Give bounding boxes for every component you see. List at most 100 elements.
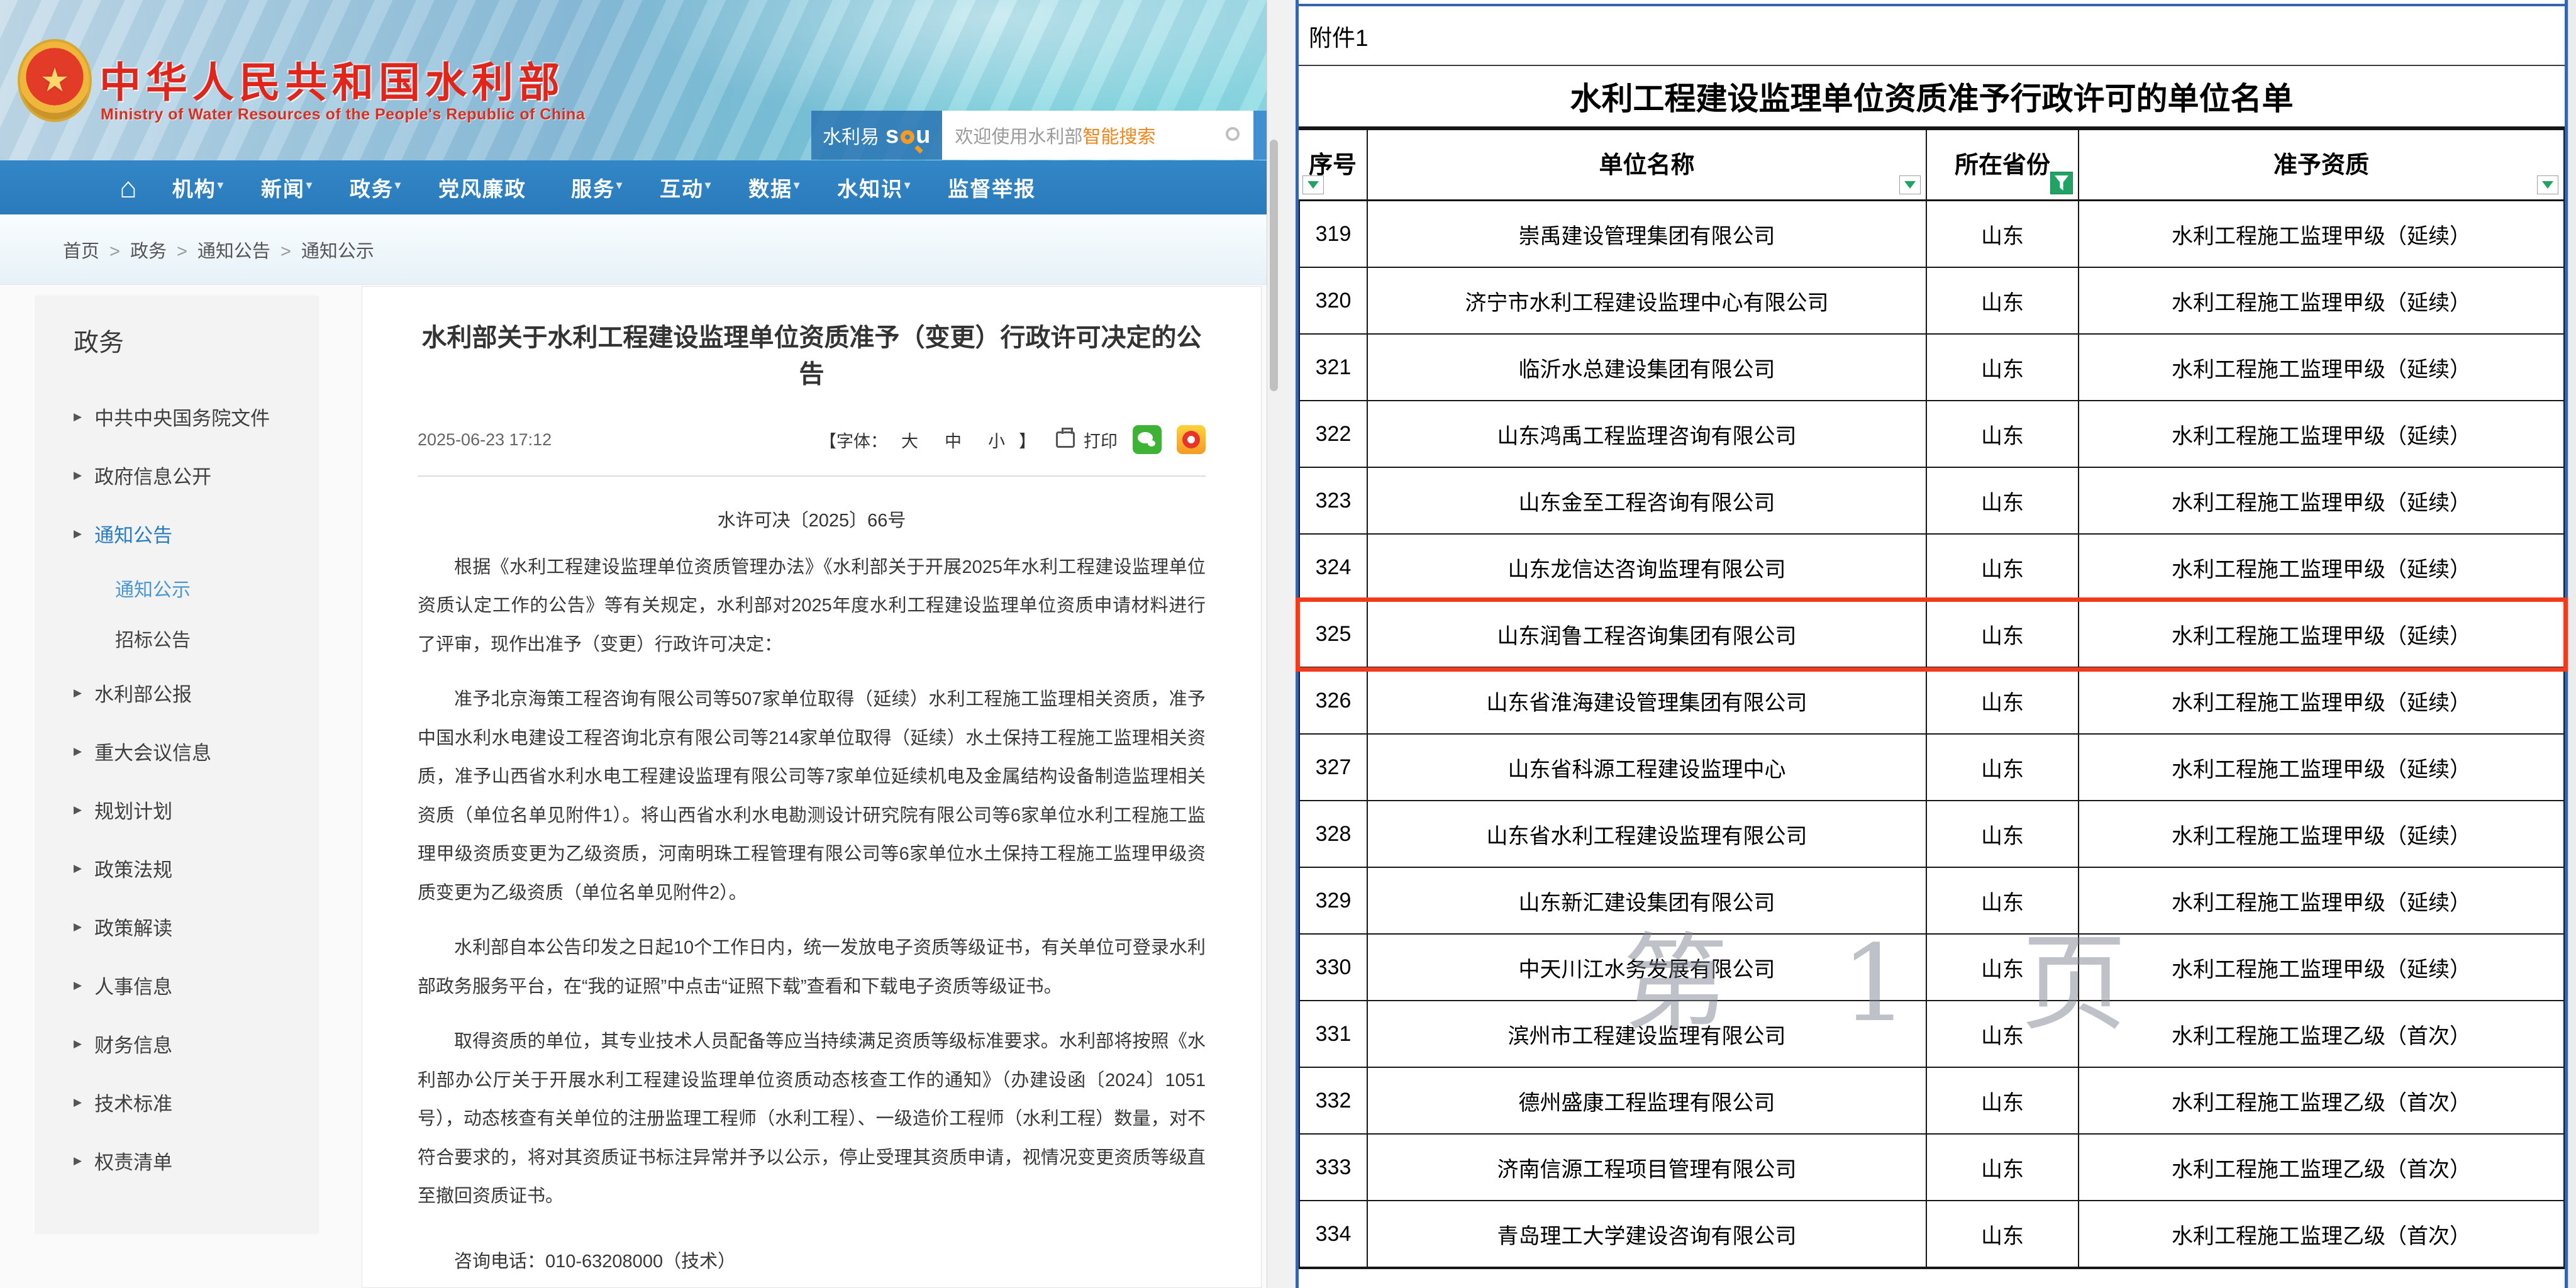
column-header[interactable]: 序号 (1299, 130, 1368, 201)
cell-serial[interactable]: 322 (1299, 401, 1368, 468)
cell-qualification[interactable]: 水利工程施工监理甲级（延续） (2079, 335, 2565, 401)
voice-search-icon[interactable] (1226, 127, 1240, 141)
cell-serial[interactable]: 330 (1299, 935, 1368, 1001)
wechat-share-icon[interactable] (1133, 425, 1162, 454)
breadcrumb-item[interactable]: 通知公示 (301, 242, 374, 262)
cell-province[interactable]: 山东 (1927, 1201, 2079, 1268)
table-row[interactable]: 327 山东省科源工程建设监理中心 山东 水利工程施工监理甲级（延续） (1299, 735, 2565, 801)
cell-serial[interactable]: 321 (1299, 335, 1368, 401)
cell-serial[interactable]: 323 (1299, 468, 1368, 535)
print-button[interactable]: 打印 (1084, 428, 1118, 452)
sidebar-item[interactable]: ▶ 招标公告 (35, 613, 319, 663)
filter-button[interactable] (1302, 175, 1324, 194)
sidebar-item[interactable]: ▶ 政府信息公开 (35, 446, 319, 504)
table-row[interactable]: 325 山东润鲁工程咨询集团有限公司 山东 水利工程施工监理甲级（延续） (1299, 601, 2565, 668)
cell-qualification[interactable]: 水利工程施工监理甲级（延续） (2079, 601, 2565, 668)
column-header[interactable]: 单位名称 (1368, 130, 1927, 201)
cell-qualification[interactable]: 水利工程施工监理甲级（延续） (2079, 935, 2565, 1001)
filter-button[interactable] (2537, 175, 2558, 194)
cell-serial[interactable]: 333 (1299, 1135, 1368, 1201)
cell-serial[interactable]: 320 (1299, 268, 1368, 335)
cell-company-name[interactable]: 德州盛康工程监理有限公司 (1368, 1068, 1927, 1135)
table-row[interactable]: 331 滨州市工程建设监理有限公司 山东 水利工程施工监理乙级（首次） (1299, 1001, 2565, 1068)
cell-province[interactable]: 山东 (1927, 801, 2079, 868)
cell-serial[interactable]: 319 (1299, 201, 1368, 268)
sidebar-item[interactable]: ▶ 中共中央国务院文件 (35, 387, 319, 446)
sidebar-item[interactable]: ▶ 人事信息 (35, 956, 319, 1014)
sidebar-item[interactable]: ▶ 权责清单 (35, 1131, 319, 1190)
cell-qualification[interactable]: 水利工程施工监理乙级（首次） (2079, 1201, 2565, 1268)
sidebar-item[interactable]: ▶ 通知公告 (35, 504, 319, 563)
sidebar-item[interactable]: ▶ 水利部公报 (35, 663, 319, 722)
nav-item[interactable]: 数据▾ (748, 172, 801, 203)
cell-serial[interactable]: 326 (1299, 668, 1368, 735)
cell-company-name[interactable]: 济宁市水利工程建设监理中心有限公司 (1368, 268, 1927, 335)
font-size-option[interactable]: 中 (945, 428, 962, 452)
cell-company-name[interactable]: 中天川江水务发展有限公司 (1368, 935, 1927, 1001)
cell-company-name[interactable]: 山东润鲁工程咨询集团有限公司 (1368, 601, 1927, 668)
cell-serial[interactable]: 327 (1299, 735, 1368, 801)
cell-qualification[interactable]: 水利工程施工监理甲级（延续） (2079, 801, 2565, 868)
cell-company-name[interactable]: 山东新汇建设集团有限公司 (1368, 868, 1927, 935)
cell-qualification[interactable]: 水利工程施工监理甲级（延续） (2079, 268, 2565, 335)
nav-item[interactable]: 互动▾ (660, 172, 712, 203)
sidebar-item[interactable]: ▶ 政策解读 (35, 897, 319, 956)
table-row[interactable]: 319 崇禹建设管理集团有限公司 山东 水利工程施工监理甲级（延续） (1299, 201, 2565, 268)
printer-icon[interactable] (1056, 431, 1075, 448)
sidebar-item[interactable]: ▶ 技术标准 (35, 1073, 319, 1131)
table-row[interactable]: 334 青岛理工大学建设咨询有限公司 山东 水利工程施工监理乙级（首次） (1299, 1201, 2565, 1268)
cell-company-name[interactable]: 山东龙信达咨询监理有限公司 (1368, 535, 1927, 601)
cell-province[interactable]: 山东 (1927, 935, 2079, 1001)
nav-item[interactable]: 水知识▾ (837, 172, 911, 203)
sidebar-item[interactable]: ▶ 通知公示 (35, 563, 319, 613)
cell-qualification[interactable]: 水利工程施工监理乙级（首次） (2079, 1001, 2565, 1068)
cell-serial[interactable]: 334 (1299, 1201, 1368, 1268)
cell-province[interactable]: 山东 (1927, 535, 2079, 601)
cell-company-name[interactable]: 临沂水总建设集团有限公司 (1368, 335, 1927, 401)
cell-serial[interactable]: 328 (1299, 801, 1368, 868)
cell-province[interactable]: 山东 (1927, 1001, 2079, 1068)
cell-qualification[interactable]: 水利工程施工监理甲级（延续） (2079, 468, 2565, 535)
filter-button[interactable] (1899, 175, 1921, 194)
cell-company-name[interactable]: 山东省科源工程建设监理中心 (1368, 735, 1927, 801)
cell-province[interactable]: 山东 (1927, 268, 2079, 335)
cell-serial[interactable]: 329 (1299, 868, 1368, 935)
sidebar-item[interactable]: ▶ 政策法规 (35, 839, 319, 897)
table-row[interactable]: 329 山东新汇建设集团有限公司 山东 水利工程施工监理甲级（延续） (1299, 868, 2565, 935)
table-row[interactable]: 322 山东鸿禹工程监理咨询有限公司 山东 水利工程施工监理甲级（延续） (1299, 401, 2565, 468)
cell-company-name[interactable]: 山东省水利工程建设监理有限公司 (1368, 801, 1927, 868)
cell-qualification[interactable]: 水利工程施工监理甲级（延续） (2079, 535, 2565, 601)
cell-company-name[interactable]: 山东鸿禹工程监理咨询有限公司 (1368, 401, 1927, 468)
cell-company-name[interactable]: 济南信源工程项目管理有限公司 (1368, 1135, 1927, 1201)
nav-item[interactable]: 机构▾ (172, 172, 225, 203)
cell-company-name[interactable]: 滨州市工程建设监理有限公司 (1368, 1001, 1927, 1068)
table-row[interactable]: 326 山东省淮海建设管理集团有限公司 山东 水利工程施工监理甲级（延续） (1299, 668, 2565, 735)
table-row[interactable]: 330 中天川江水务发展有限公司 山东 水利工程施工监理甲级（延续） (1299, 935, 2565, 1001)
sidebar-item[interactable]: ▶ 规划计划 (35, 780, 319, 839)
cell-province[interactable]: 山东 (1927, 1135, 2079, 1201)
table-row[interactable]: 321 临沂水总建设集团有限公司 山东 水利工程施工监理甲级（延续） (1299, 335, 2565, 401)
scrollbar-thumb[interactable] (1270, 140, 1278, 391)
search-input[interactable]: 欢迎使用水利部智能搜索 (942, 111, 1253, 160)
breadcrumb-item[interactable]: 政务 (130, 242, 167, 262)
cell-company-name[interactable]: 山东金至工程咨询有限公司 (1368, 468, 1927, 535)
cell-qualification[interactable]: 水利工程施工监理甲级（延续） (2079, 735, 2565, 801)
cell-qualification[interactable]: 水利工程施工监理乙级（首次） (2079, 1068, 2565, 1135)
cell-province[interactable]: 山东 (1927, 468, 2079, 535)
cell-province[interactable]: 山东 (1927, 601, 2079, 668)
weibo-share-icon[interactable] (1177, 425, 1206, 454)
cell-qualification[interactable]: 水利工程施工监理乙级（首次） (2079, 1135, 2565, 1201)
table-row[interactable]: 324 山东龙信达咨询监理有限公司 山东 水利工程施工监理甲级（延续） (1299, 535, 2565, 601)
sheet-title[interactable]: 水利工程建设监理单位资质准予行政许可的单位名单 (1299, 66, 2565, 128)
cell-qualification[interactable]: 水利工程施工监理甲级（延续） (2079, 201, 2565, 268)
nav-item[interactable]: 新闻▾ (261, 172, 313, 203)
attachment-cell[interactable]: 附件1 (1299, 6, 2565, 66)
font-size-option[interactable]: 小 (988, 428, 1005, 452)
column-header[interactable]: 所在省份 (1927, 130, 2079, 201)
breadcrumb-item[interactable]: 通知公告 (197, 242, 270, 262)
table-row[interactable]: 320 济宁市水利工程建设监理中心有限公司 山东 水利工程施工监理甲级（延续） (1299, 268, 2565, 335)
cell-company-name[interactable]: 崇禹建设管理集团有限公司 (1368, 201, 1927, 268)
cell-qualification[interactable]: 水利工程施工监理甲级（延续） (2079, 401, 2565, 468)
column-header[interactable]: 准予资质 (2079, 130, 2565, 201)
cell-serial[interactable]: 331 (1299, 1001, 1368, 1068)
